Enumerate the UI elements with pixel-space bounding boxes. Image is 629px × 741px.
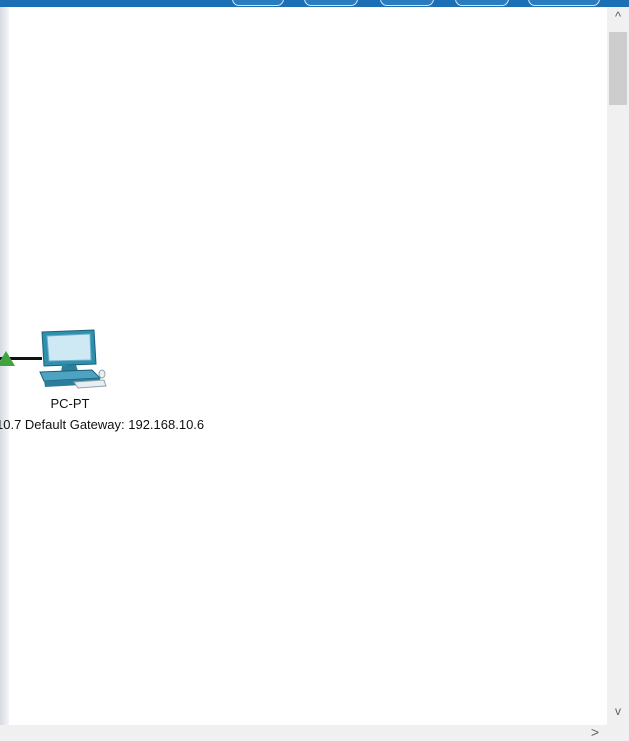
vertical-scroll-thumb[interactable] (609, 32, 627, 105)
pc-icon[interactable] (34, 328, 108, 392)
scroll-down-arrow-icon[interactable]: v (607, 701, 629, 721)
scroll-up-arrow-icon[interactable]: ^ (607, 7, 629, 27)
vertical-scrollbar[interactable]: ^ v (607, 7, 629, 725)
toolbar-button[interactable] (528, 0, 600, 6)
toolbar-button[interactable] (304, 0, 358, 6)
horizontal-scrollbar[interactable]: > (0, 723, 629, 741)
link-status-triangle-icon (0, 351, 15, 366)
top-toolbar (0, 0, 629, 7)
left-panel-edge (0, 7, 9, 725)
device-ip-info-label: 10.7 Default Gateway: 192.168.10.6 (0, 417, 205, 432)
logical-workspace-window: PC-PT 10.7 Default Gateway: 192.168.10.6… (0, 0, 629, 741)
toolbar-button[interactable] (380, 0, 434, 6)
scroll-right-arrow-icon[interactable]: > (585, 723, 605, 741)
toolbar-button[interactable] (232, 0, 284, 6)
toolbar-button[interactable] (455, 0, 509, 6)
device-name-label: PC-PT (50, 396, 90, 411)
